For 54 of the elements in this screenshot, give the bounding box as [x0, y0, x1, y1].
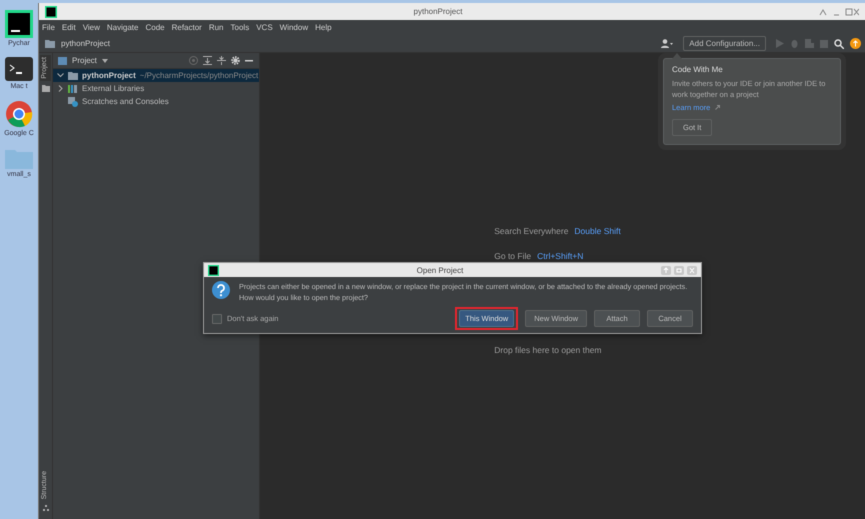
search-icon[interactable]: [834, 38, 844, 48]
tree-row[interactable]: Scratches and Consoles: [53, 95, 259, 108]
folder-icon: [68, 72, 78, 80]
external-link-icon: [715, 105, 720, 110]
menu-item[interactable]: Navigate: [106, 23, 138, 32]
shortcut-text: Ctrl+Shift+N: [537, 251, 584, 261]
chevron-right-icon[interactable]: [57, 85, 64, 92]
menu-item[interactable]: VCS: [256, 23, 273, 32]
expand-all-icon[interactable]: [203, 56, 212, 65]
add-configuration-button[interactable]: Add Configuration...: [683, 36, 766, 51]
pycharm-icon: [208, 264, 219, 276]
menu-item[interactable]: Code: [145, 23, 165, 32]
scratch-icon: [68, 96, 78, 106]
breadcrumb[interactable]: pythonProject: [61, 39, 110, 48]
menu-item[interactable]: Tools: [230, 23, 250, 32]
tree-item-label: External Libraries: [82, 84, 144, 93]
tree-item-label: Scratches and Consoles: [82, 97, 169, 106]
menu-item[interactable]: View: [82, 23, 100, 32]
library-icon: [68, 84, 78, 92]
menu-item[interactable]: File: [42, 23, 55, 32]
folder-icon: [42, 84, 50, 92]
pycharm-icon: [45, 6, 57, 18]
menu-item[interactable]: Edit: [62, 23, 76, 32]
tree-item-label: pythonProject: [82, 71, 136, 80]
hint-text: Search Everywhere: [494, 226, 568, 236]
hint-text: Go to File: [494, 251, 532, 261]
chevron-down-icon[interactable]: [57, 73, 64, 78]
menu-item[interactable]: Refactor: [172, 23, 202, 32]
tree-row[interactable]: pythonProject ~/PycharmProjects/pythonProject: [53, 69, 259, 82]
question-icon: [212, 281, 230, 299]
window-title: pythonProject: [412, 7, 464, 16]
tree-row[interactable]: External Libraries: [53, 82, 259, 95]
project-view-selector[interactable]: Project: [72, 56, 97, 65]
hint-text: Drop files here to open them: [494, 345, 602, 355]
terminal-icon[interactable]: [5, 57, 33, 81]
caret-icon[interactable]: [102, 58, 108, 62]
folder-icon: [45, 40, 55, 48]
pycharm-icon[interactable]: [5, 10, 33, 38]
browser-icon[interactable]: [5, 100, 33, 128]
checkbox[interactable]: [212, 314, 222, 324]
user-icon[interactable]: [661, 39, 674, 48]
collapse-all-icon[interactable]: [217, 56, 226, 65]
menu-item[interactable]: Run: [208, 23, 224, 32]
panel-icon: [58, 56, 67, 64]
project-path: ~/PycharmProjects/pythonProject: [140, 71, 258, 80]
popup-title: Code With Me: [672, 65, 724, 74]
dialog-title: Open Project: [416, 266, 464, 274]
update-icon[interactable]: [850, 38, 861, 49]
menu-item[interactable]: Window: [280, 23, 308, 32]
menu-item[interactable]: Help: [315, 23, 332, 32]
shortcut-text: Double Shift: [574, 226, 621, 236]
settings-icon[interactable]: [231, 56, 240, 65]
structure-icon: [42, 505, 48, 511]
window-controls-icon[interactable]: [819, 8, 859, 16]
